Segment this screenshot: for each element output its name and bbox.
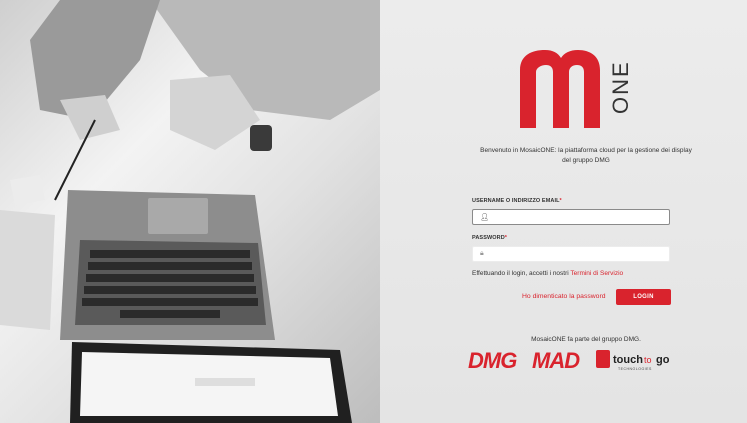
dmg-logo: DMG	[468, 348, 518, 373]
mosaicone-logo: ONE	[520, 50, 633, 135]
username-label-text: USERNAME O INDIRIZZO EMAIL	[472, 198, 560, 204]
password-label: PASSWORD*	[472, 235, 507, 241]
username-input[interactable]	[491, 210, 665, 224]
lock-icon: 🔒︎	[480, 250, 484, 257]
logo-m-icon	[520, 50, 600, 128]
group-notice: MosaicONE fa parte del gruppo DMG.	[531, 336, 641, 343]
required-mark: *	[559, 198, 562, 204]
svg-text:to: to	[644, 355, 652, 365]
username-label: USERNAME O INDIRIZZO EMAIL*	[472, 198, 562, 204]
desk-laptop-illustration	[0, 0, 380, 423]
partner-logos: DMG MAD touch to go TECHNOLOGIES	[468, 346, 698, 374]
password-label-text: PASSWORD	[472, 235, 505, 241]
logo-one-text: ONE	[608, 60, 633, 114]
terms-prefix: Effettuando il login, accetti i nostri	[472, 270, 569, 277]
svg-text:MAD: MAD	[532, 348, 580, 373]
svg-text:touch: touch	[613, 354, 643, 366]
password-input[interactable]	[491, 247, 665, 261]
terms-of-service-link[interactable]: Termini di Servizio	[570, 270, 623, 277]
login-panel: ONE Benvenuto in MosaicONE: la piattafor…	[380, 0, 747, 423]
svg-text:DMG: DMG	[468, 348, 517, 373]
password-field[interactable]: 🔒︎	[472, 246, 670, 262]
forgot-password-link[interactable]: Ho dimenticato la password	[522, 293, 606, 300]
touch-to-go-logo: touch to go TECHNOLOGIES	[596, 350, 670, 371]
svg-text:TECHNOLOGIES: TECHNOLOGIES	[618, 367, 652, 371]
mad-logo: MAD	[532, 348, 581, 373]
terms-notice: Effettuando il login, accetti i nostri T…	[472, 270, 623, 277]
welcome-text: Benvenuto in MosaicONE: la piattaforma c…	[480, 147, 692, 164]
svg-text:go: go	[656, 354, 670, 366]
hero-photo	[0, 0, 380, 423]
login-button[interactable]: LOGIN	[616, 289, 671, 305]
partner-logos-svg: DMG MAD touch to go TECHNOLOGIES	[468, 348, 670, 373]
username-field[interactable]: 👤︎	[472, 209, 670, 225]
user-icon: 👤︎	[480, 214, 489, 221]
required-mark: *	[504, 235, 508, 241]
